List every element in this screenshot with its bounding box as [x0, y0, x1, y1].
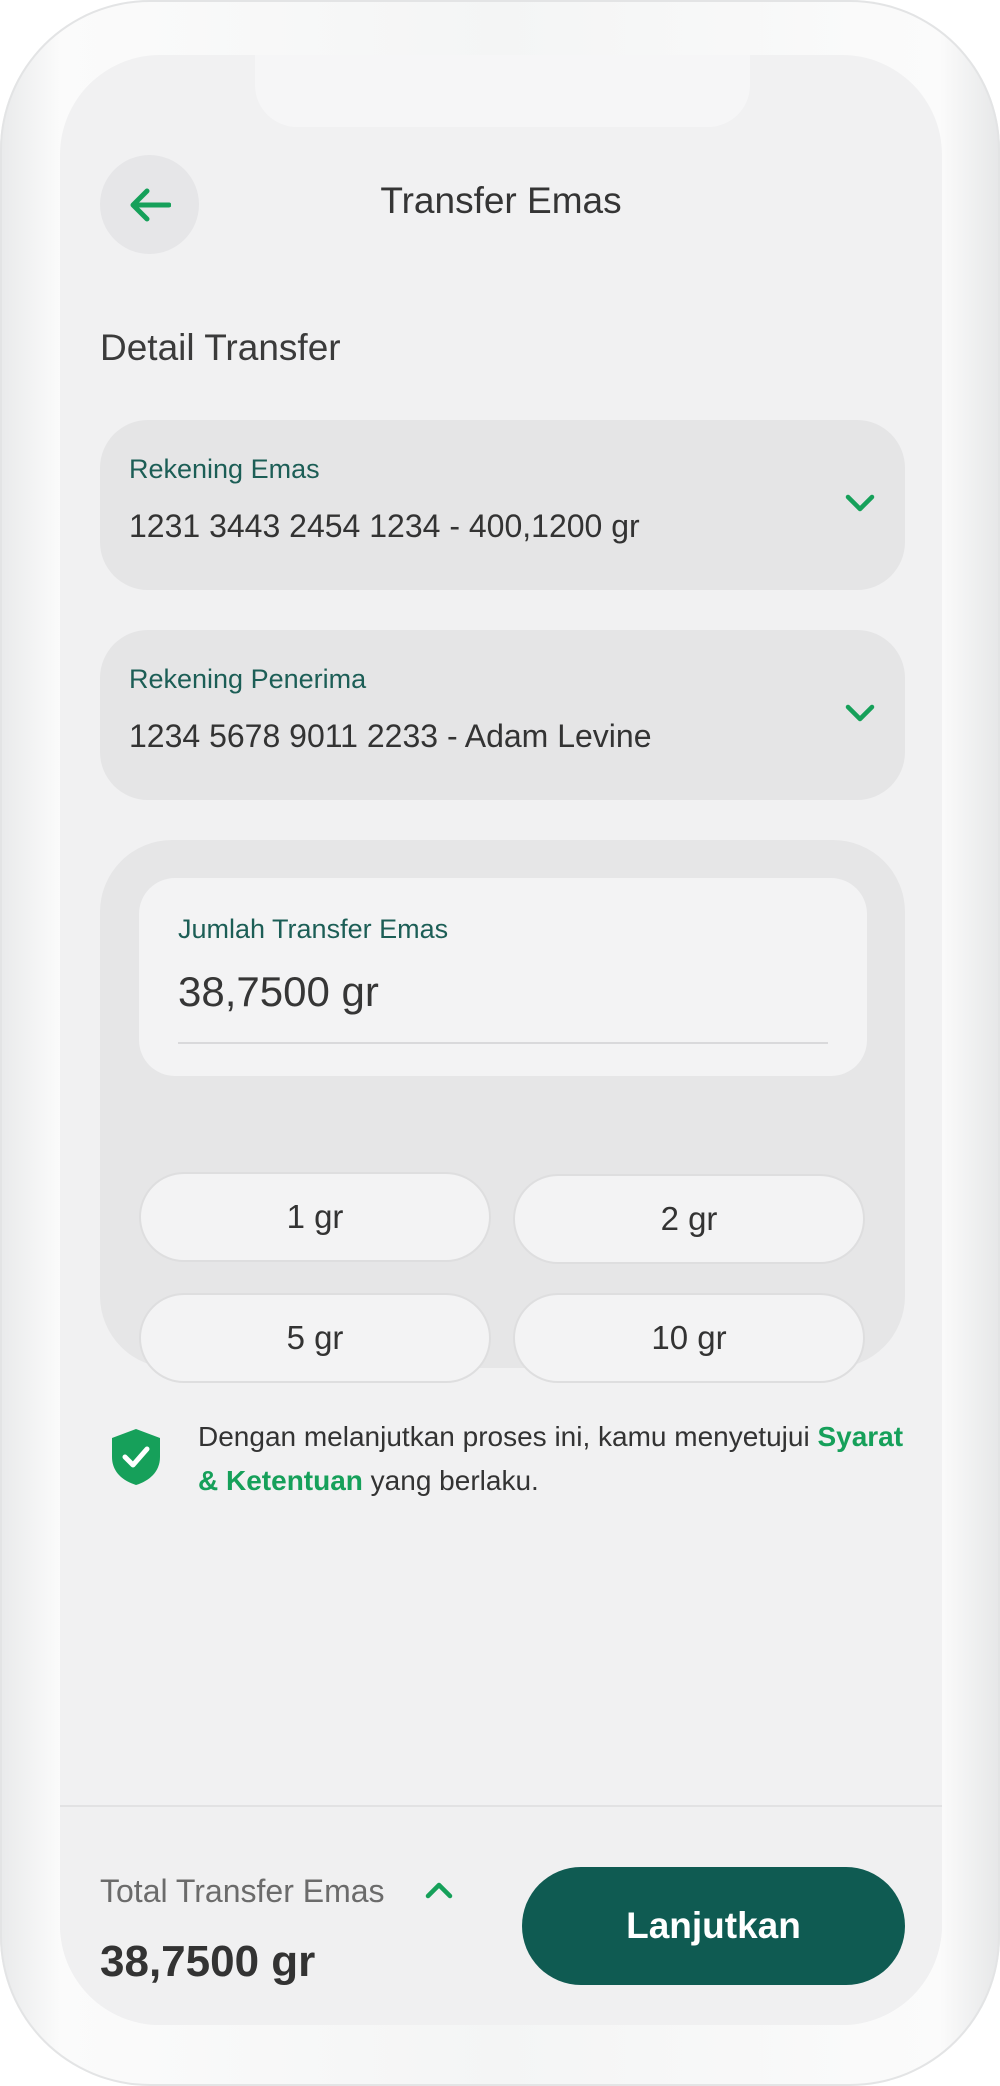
source-account-label: Rekening Emas: [129, 454, 320, 484]
recipient-account-select[interactable]: Rekening Penerima 1234 5678 9011 2233 - …: [100, 630, 905, 800]
recipient-account-label: Rekening Penerima: [129, 664, 367, 694]
total-label: Total Transfer Emas: [100, 1873, 385, 1909]
consent-text: Dengan melanjutkan proses ini, kamu meny…: [198, 1415, 918, 1503]
chevron-up-icon[interactable]: [425, 1879, 453, 1901]
amount-value[interactable]: 38,7500 gr: [178, 968, 379, 1016]
preset-10gr-button[interactable]: 10 gr: [513, 1293, 865, 1383]
amount-panel: Jumlah Transfer Emas 38,7500 gr 1 gr 2 g…: [100, 840, 905, 1383]
preset-1gr-button[interactable]: 1 gr: [139, 1172, 491, 1262]
source-account-select[interactable]: Rekening Emas 1231 3443 2454 1234 - 400,…: [100, 420, 905, 590]
source-account-value: 1231 3443 2454 1234 - 400,1200 gr: [129, 508, 640, 544]
phone-frame: Transfer Emas Detail Transfer Rekening E…: [0, 0, 1000, 2086]
amount-label: Jumlah Transfer Emas: [178, 914, 449, 944]
continue-button[interactable]: Lanjutkan: [522, 1867, 905, 1985]
device-notch: [255, 55, 750, 127]
chevron-down-icon: [845, 494, 875, 512]
preset-5gr-button[interactable]: 5 gr: [139, 1293, 491, 1383]
bottom-bar: Total Transfer Emas 38,7500 gr Lanjutkan: [60, 1805, 942, 2025]
consent-text-after: yang berlaku.: [362, 1465, 539, 1496]
amount-field[interactable]: Jumlah Transfer Emas 38,7500 gr: [139, 878, 867, 1076]
recipient-account-value: 1234 5678 9011 2233 - Adam Levine: [129, 718, 652, 754]
shield-check-icon: [112, 1429, 160, 1485]
consent-text-before: Dengan melanjutkan proses ini, kamu meny…: [198, 1421, 818, 1452]
app-screen: Transfer Emas Detail Transfer Rekening E…: [60, 55, 942, 2025]
preset-2gr-button[interactable]: 2 gr: [513, 1174, 865, 1264]
total-value: 38,7500 gr: [100, 1937, 316, 1986]
page-title: Transfer Emas: [380, 180, 622, 221]
chevron-down-icon: [845, 704, 875, 722]
section-title: Detail Transfer: [100, 327, 341, 368]
amount-underline: [178, 1042, 828, 1044]
